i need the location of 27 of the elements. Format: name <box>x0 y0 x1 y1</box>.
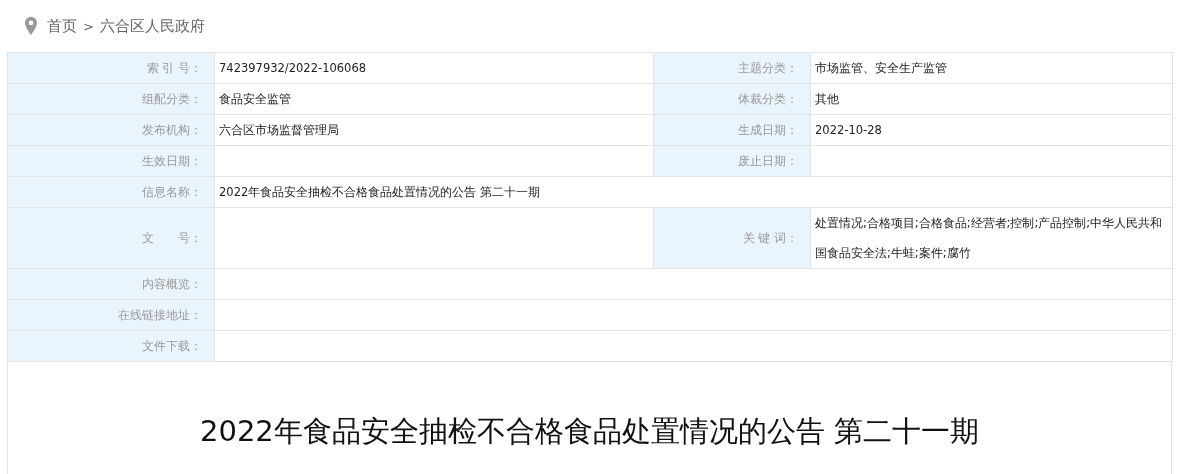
field-value: 742397932/2022-106068 <box>214 52 654 84</box>
breadcrumb-link[interactable]: 六合区人民政府 <box>99 16 205 36</box>
breadcrumb-link[interactable]: 首页 <box>47 16 77 36</box>
field-label: 文件下载： <box>7 330 215 362</box>
field-value: 食品安全监管 <box>214 83 654 115</box>
breadcrumb-separator: > <box>83 18 94 34</box>
field-label: 组配分类： <box>7 83 215 115</box>
field-value: 2022-10-28 <box>810 114 1173 146</box>
field-label: 关 键 词： <box>653 207 811 269</box>
field-value: 处置情况;合格项目;合格食品;经营者;控制;产品控制;中华人民共和国食品安全法;牛蛙;案件;腐竹 <box>810 207 1173 269</box>
article-title: 2022年食品安全抽检不合格食品处置情况的公告 第二十一期 <box>199 413 980 450</box>
field-label: 发布机构： <box>7 114 215 146</box>
field-label: 信息名称： <box>7 176 215 208</box>
field-label: 生效日期： <box>7 145 215 177</box>
field-label: 废止日期： <box>653 145 811 177</box>
field-label: 主题分类： <box>653 52 811 84</box>
field-label: 在线链接地址： <box>7 299 215 331</box>
location-pin-icon <box>25 17 37 35</box>
field-label: 内容概览： <box>7 268 215 300</box>
field-label: 文 号： <box>7 207 215 269</box>
field-value: 六合区市场监督管理局 <box>214 114 654 146</box>
field-value: 市场监管、安全生产监管 <box>810 52 1173 84</box>
field-label: 索 引 号： <box>7 52 215 84</box>
field-label: 体裁分类： <box>653 83 811 115</box>
field-value: 其他 <box>810 83 1173 115</box>
field-label: 生成日期： <box>653 114 811 146</box>
field-value: 2022年食品安全抽检不合格食品处置情况的公告 第二十一期 <box>214 176 1173 208</box>
